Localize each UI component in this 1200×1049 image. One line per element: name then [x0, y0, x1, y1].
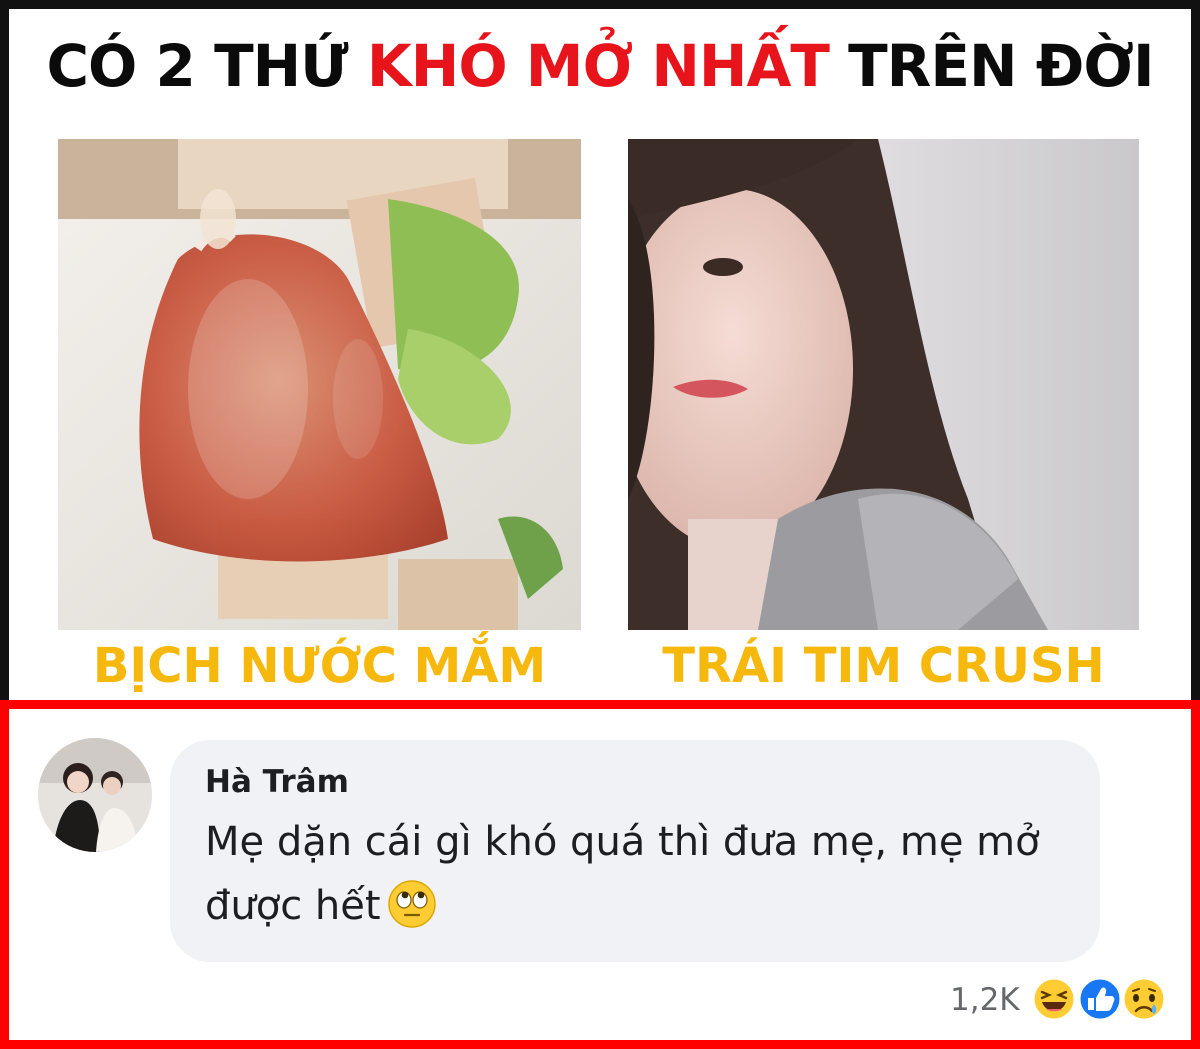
comment-body: Mẹ dặn cái gì khó quá thì đưa mẹ, mẹ mở … [205, 819, 1040, 929]
fish-sauce-bag-illustration [58, 139, 581, 630]
haha-reaction-icon [1031, 976, 1077, 1022]
face-with-rolling-eyes-emoji-icon [387, 879, 437, 929]
caption-fish-sauce: BỊCH NƯỚC MẮM [92, 638, 547, 694]
like-reaction-icon [1077, 976, 1123, 1022]
avatar-image [38, 738, 152, 852]
headline-part-1: CÓ 2 THỨ [46, 32, 367, 100]
headline-highlight: KHÓ MỞ NHẤT [366, 32, 830, 100]
crush-portrait-photo [628, 139, 1139, 630]
meme-headline: CÓ 2 THỨ KHÓ MỞ NHẤT TRÊN ĐỜI [0, 32, 1200, 100]
avatar[interactable] [38, 738, 152, 852]
comment-author-name[interactable]: Hà Trâm [205, 764, 349, 800]
reactions-group[interactable] [1030, 974, 1170, 1024]
caption-crush: TRÁI TIM CRUSH [662, 638, 1105, 694]
sad-reaction-icon [1121, 976, 1167, 1022]
portrait-illustration [628, 139, 1139, 630]
reaction-count[interactable]: 1,2K [950, 982, 1020, 1018]
comment-text: Mẹ dặn cái gì khó quá thì đưa mẹ, mẹ mở … [205, 810, 1085, 938]
fish-sauce-bag-photo [58, 139, 581, 630]
headline-part-3: TRÊN ĐỜI [828, 32, 1154, 100]
